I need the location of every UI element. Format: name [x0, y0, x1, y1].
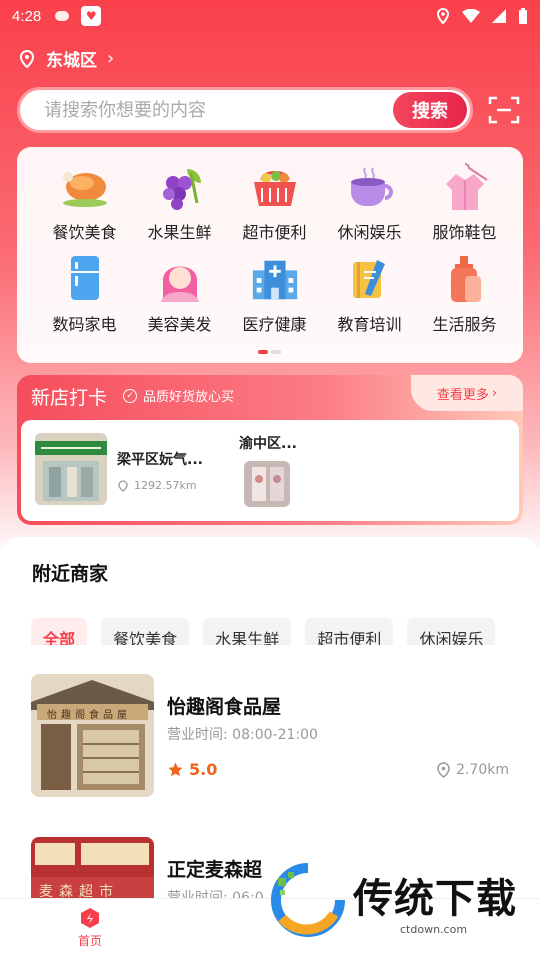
rating-value: 5.0 [189, 760, 218, 779]
search-input[interactable] [20, 90, 393, 130]
category-item[interactable]: 餐饮美食 [37, 161, 132, 243]
signal-icon [492, 9, 506, 23]
filter-chip[interactable]: 水果生鲜 [203, 618, 292, 645]
category-item[interactable]: 数码家电 [37, 253, 132, 335]
nearby-heading: 附近商家 [32, 563, 109, 585]
district-label: 东城区 [46, 51, 97, 71]
category-label: 数码家电 [52, 315, 117, 334]
shop-thumbnail [244, 461, 290, 507]
notification-icon [55, 11, 70, 21]
refrigerator-icon [59, 253, 111, 305]
home-icon [81, 908, 99, 928]
category-label: 水果生鲜 [147, 223, 212, 242]
shop-name: 梁平区妧气... [117, 452, 203, 468]
clothing-icon [439, 161, 491, 213]
merchant-distance-row: 2.70km [436, 762, 509, 778]
lotion-bottle-icon [439, 253, 491, 305]
coffee-cup-icon [344, 161, 396, 213]
filter-chip[interactable]: 休闲娱乐 [407, 618, 496, 645]
merchant-rating: 5.0 [167, 760, 217, 779]
category-item[interactable]: 服饰鞋包 [417, 161, 512, 243]
star-icon [168, 762, 183, 777]
category-label: 服饰鞋包 [432, 223, 497, 242]
new-shops-list: 梁平区妧气... 1292.57km 渝中区... [21, 420, 519, 521]
merchant-sign-text: 怡趣阁食品屋 [47, 710, 131, 721]
shop-distance-row: 1292.57km [117, 479, 203, 492]
category-label: 超市便利 [242, 223, 307, 242]
category-item[interactable]: 休闲娱乐 [322, 161, 417, 243]
category-filter-bar: 全部 餐饮美食 水果生鲜 超市便利 休闲娱乐 [31, 605, 508, 645]
app-notification-icon: ♥ [81, 6, 102, 26]
wifi-icon [462, 9, 480, 23]
merchant-photo: 怡趣阁食品屋 [31, 674, 154, 797]
merchant-name: 正定麦森超 [167, 859, 263, 881]
view-more-button[interactable]: 查看更多 › [411, 375, 523, 411]
new-shops-title: 新店打卡 [31, 387, 108, 409]
carousel-indicator [258, 350, 281, 354]
search-button[interactable]: 搜索 [393, 92, 467, 128]
location-pin-icon [118, 479, 128, 492]
category-item[interactable]: 美容美发 [132, 253, 227, 335]
shop-thumbnail [35, 433, 107, 505]
merchant-name: 怡趣阁食品屋 [167, 696, 282, 718]
location-pin-icon [19, 49, 35, 68]
new-shop-card[interactable]: 梁平区妧气... 1292.57km [35, 433, 203, 505]
new-shops-section: 新店打卡 ✓ 品质好货放心买 查看更多 › 梁平区妧气... 1292.57km… [17, 375, 523, 525]
shop-distance: 1292.57km [134, 479, 197, 492]
category-label: 美容美发 [147, 315, 212, 334]
category-label: 教育培训 [337, 315, 402, 334]
merchant-hours: 营业时间: 08:00-21:00 [167, 727, 318, 743]
tab-home[interactable]: 首页 [65, 907, 115, 949]
category-item[interactable]: 超市便利 [227, 161, 322, 243]
tagline-text: 品质好货放心买 [143, 390, 235, 405]
category-card: 餐饮美食 水果生鲜 超市便利 休闲娱乐 服饰鞋包 数码家电 美容美发 医疗健康 … [17, 147, 523, 363]
location-status-icon [436, 8, 450, 24]
shop-name: 渝中区... [239, 436, 297, 452]
filter-chip[interactable]: 餐饮美食 [101, 618, 190, 645]
shopping-basket-icon [249, 161, 301, 213]
book-pencil-icon [344, 253, 396, 305]
category-label: 医疗健康 [242, 315, 307, 334]
chevron-right-icon: › [491, 385, 498, 401]
location-pin-icon [437, 762, 450, 778]
view-more-label: 查看更多 [436, 387, 489, 403]
watermark-logo [271, 863, 345, 937]
category-item[interactable]: 生活服务 [417, 253, 512, 335]
status-time: 4:28 [12, 7, 42, 25]
category-item[interactable]: 教育培训 [322, 253, 417, 335]
search-bar: 搜索 [17, 87, 473, 133]
grapes-icon [154, 161, 206, 213]
status-bar: 4:28 ♥ [0, 0, 540, 32]
new-shops-tagline: ✓ 品质好货放心买 [123, 386, 234, 405]
category-item[interactable]: 医疗健康 [227, 253, 322, 335]
location-selector[interactable]: 东城区 › [18, 46, 114, 71]
hospital-icon [249, 253, 301, 305]
category-label: 餐饮美食 [52, 223, 117, 242]
category-label: 休闲娱乐 [337, 223, 402, 242]
watermark-url: ctdown.com [400, 923, 468, 936]
watermark: 传统下载 ctdown.com [268, 860, 518, 940]
check-circle-icon: ✓ [123, 388, 137, 403]
new-shop-card[interactable]: 渝中区... [239, 433, 297, 507]
beauty-face-icon [154, 253, 206, 305]
merchant-card[interactable]: 怡趣阁食品屋 怡趣阁食品屋 营业时间: 08:00-21:00 5.0 2.70… [31, 674, 511, 804]
tab-home-label: 首页 [77, 934, 102, 948]
scan-icon[interactable] [488, 95, 520, 125]
roast-chicken-icon [59, 161, 111, 213]
watermark-text: 传统下载 [353, 876, 517, 922]
chevron-right-icon: › [107, 48, 115, 69]
category-label: 生活服务 [432, 315, 497, 334]
filter-chip[interactable]: 超市便利 [305, 618, 394, 645]
merchant-distance: 2.70km [456, 762, 509, 778]
category-item[interactable]: 水果生鲜 [132, 161, 227, 243]
filter-chip[interactable]: 全部 [31, 618, 88, 645]
battery-icon [519, 8, 527, 24]
